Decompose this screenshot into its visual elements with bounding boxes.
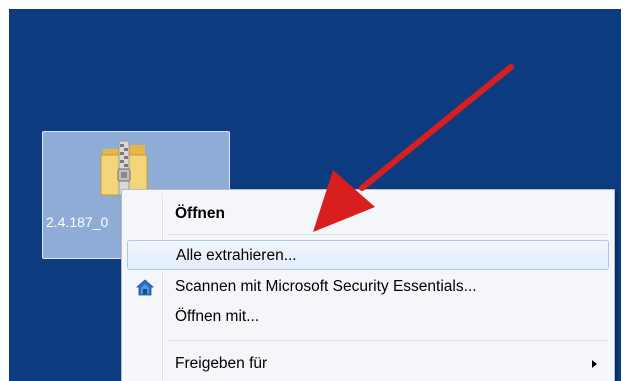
menu-item-extract-all-label: Alle extrahieren... (176, 247, 297, 264)
menu-separator (168, 340, 608, 341)
file-name-label[interactable]: 2.4.187_0 (46, 214, 124, 230)
menu-item-scan-security-essentials[interactable]: Scannen mit Microsoft Security Essential… (127, 272, 609, 302)
menu-item-scan-label: Scannen mit Microsoft Security Essential… (175, 278, 477, 295)
menu-item-open[interactable]: Öffnen (127, 199, 609, 229)
menu-item-open-with[interactable]: Öffnen mit... (127, 302, 609, 332)
submenu-arrow-icon (592, 360, 597, 368)
menu-item-share-with-label: Freigeben für (175, 355, 268, 372)
desktop: 2.4.187_0 Öffnen Alle extrahieren... Sca… (9, 9, 621, 381)
context-menu: Öffnen Alle extrahieren... Scannen mit M… (121, 189, 615, 381)
menu-item-extract-all[interactable]: Alle extrahieren... (127, 240, 609, 270)
menu-item-open-with-label: Öffnen mit... (175, 308, 260, 325)
menu-item-share-with[interactable]: Freigeben für (127, 349, 609, 379)
menu-item-open-label: Öffnen (175, 205, 225, 222)
security-essentials-icon (135, 279, 155, 296)
menu-separator (168, 234, 608, 235)
